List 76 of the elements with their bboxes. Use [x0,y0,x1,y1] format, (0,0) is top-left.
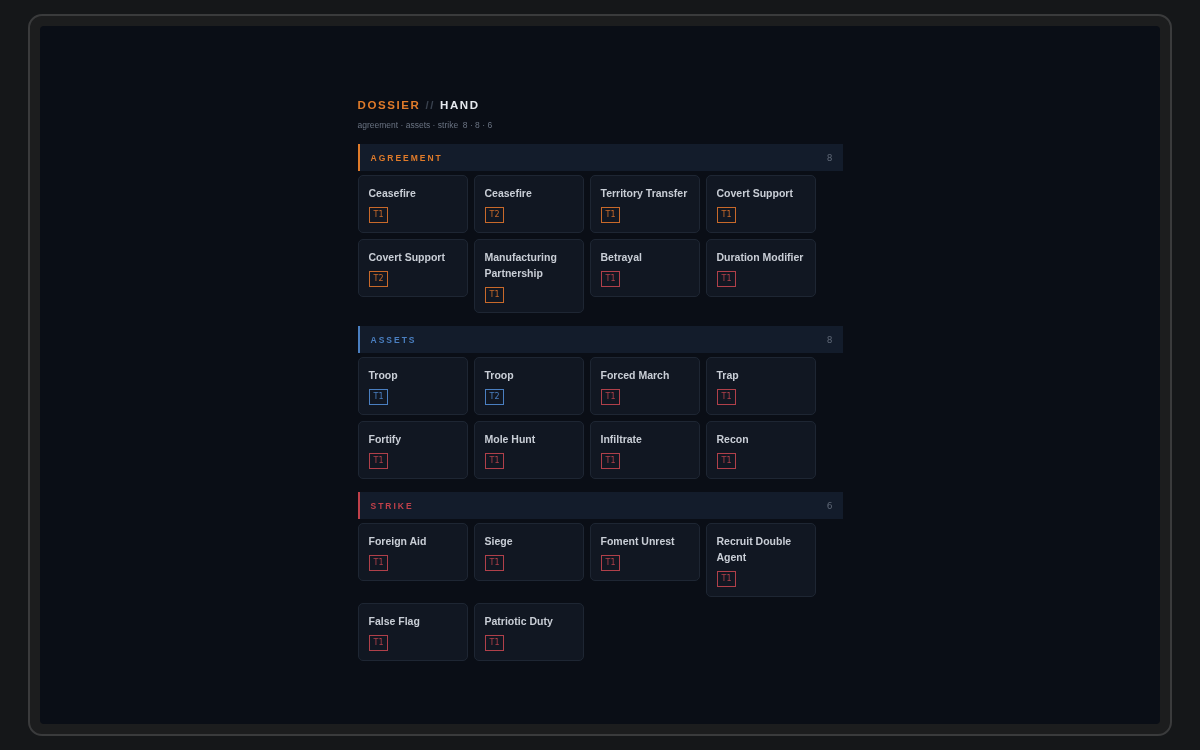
card[interactable]: Manufacturing Partnership T1 [473,239,584,313]
card[interactable]: Siege T1 [473,523,584,581]
card-title: Foreign Aid [368,534,427,549]
tier-tag: T1 [600,207,621,223]
card[interactable]: Duration Modifier T1 [705,239,816,297]
tier-tag: T1 [484,287,505,303]
tier-tag: T2 [484,207,505,223]
card[interactable]: Trap T1 [705,357,816,415]
card[interactable]: Infiltrate T1 [589,421,700,479]
card[interactable]: Covert Support T1 [705,175,816,233]
card-title: Covert Support [716,186,793,201]
card-title: Troop [368,368,398,383]
title-separator: // [425,99,436,111]
card[interactable]: False Flag T1 [357,603,468,661]
card[interactable]: Ceasefire T2 [473,175,584,233]
section-count: 8 [826,152,833,163]
card[interactable]: Troop T1 [357,357,468,415]
card-title: Trap [716,368,739,383]
card-title: Patriotic Duty [484,614,553,629]
tier-tag: T1 [368,453,389,469]
card-title: Foment Unrest [600,534,675,549]
subtitle: agreement · assets · strike 8 · 8 · 6 [357,120,494,130]
tier-tag: T1 [716,271,737,287]
card[interactable]: Recruit Double Agent T1 [705,523,816,597]
card[interactable]: Covert Support T2 [357,239,468,297]
card-title: Ceasefire [368,186,416,201]
card-title: Recon [716,432,749,447]
card[interactable]: Betrayal T1 [589,239,700,297]
section-title: STRIKE [370,500,414,511]
section-title: ASSETS [370,334,417,345]
tier-tag: T1 [716,571,737,587]
tier-tag: T1 [484,453,505,469]
tier-tag: T1 [716,453,737,469]
card-title: False Flag [368,614,420,629]
tier-tag: T1 [600,555,621,571]
card-title: Infiltrate [600,432,642,447]
tier-tag: T1 [484,635,505,651]
card-title: Mole Hunt [484,432,536,447]
section-count: 8 [826,334,833,345]
card[interactable]: Patriotic Duty T1 [473,603,584,661]
title: HAND [440,99,480,111]
card[interactable]: Forced March T1 [589,357,700,415]
tier-tag: T1 [716,389,737,405]
card[interactable]: Ceasefire T1 [357,175,468,233]
card-title: Ceasefire [484,186,532,201]
tier-tag: T1 [368,207,389,223]
card-title: Siege [484,534,513,549]
tier-tag: T1 [484,555,505,571]
tier-tag: T1 [368,389,389,405]
card[interactable]: Foreign Aid T1 [357,523,468,581]
tier-tag: T1 [716,207,737,223]
card-title: Betrayal [600,250,642,265]
tier-tag: T1 [368,555,389,571]
card-title: Covert Support [368,250,445,265]
tier-tag: T1 [600,271,621,287]
section-count: 6 [826,500,833,511]
tier-tag: T1 [600,389,621,405]
card[interactable]: Fortify T1 [357,421,468,479]
card-title: Troop [484,368,514,383]
tier-tag: T2 [368,271,389,287]
tier-tag: T1 [368,635,389,651]
card-title: Territory Transfer [600,186,688,201]
card[interactable]: Foment Unrest T1 [589,523,700,581]
tier-tag: T1 [600,453,621,469]
card-title: Forced March [600,368,670,383]
card-title: Recruit Double Agent [716,534,793,565]
card[interactable]: Mole Hunt T1 [473,421,584,479]
card-title: Duration Modifier [716,250,804,265]
title-prefix: DOSSIER [357,99,421,111]
card-title: Manufacturing Partnership [484,250,558,281]
tier-tag: T2 [484,389,505,405]
card[interactable]: Recon T1 [705,421,816,479]
section-title: AGREEMENT [370,152,443,163]
card[interactable]: Territory Transfer T1 [589,175,700,233]
card[interactable]: Troop T2 [473,357,584,415]
card-title: Fortify [368,432,402,447]
